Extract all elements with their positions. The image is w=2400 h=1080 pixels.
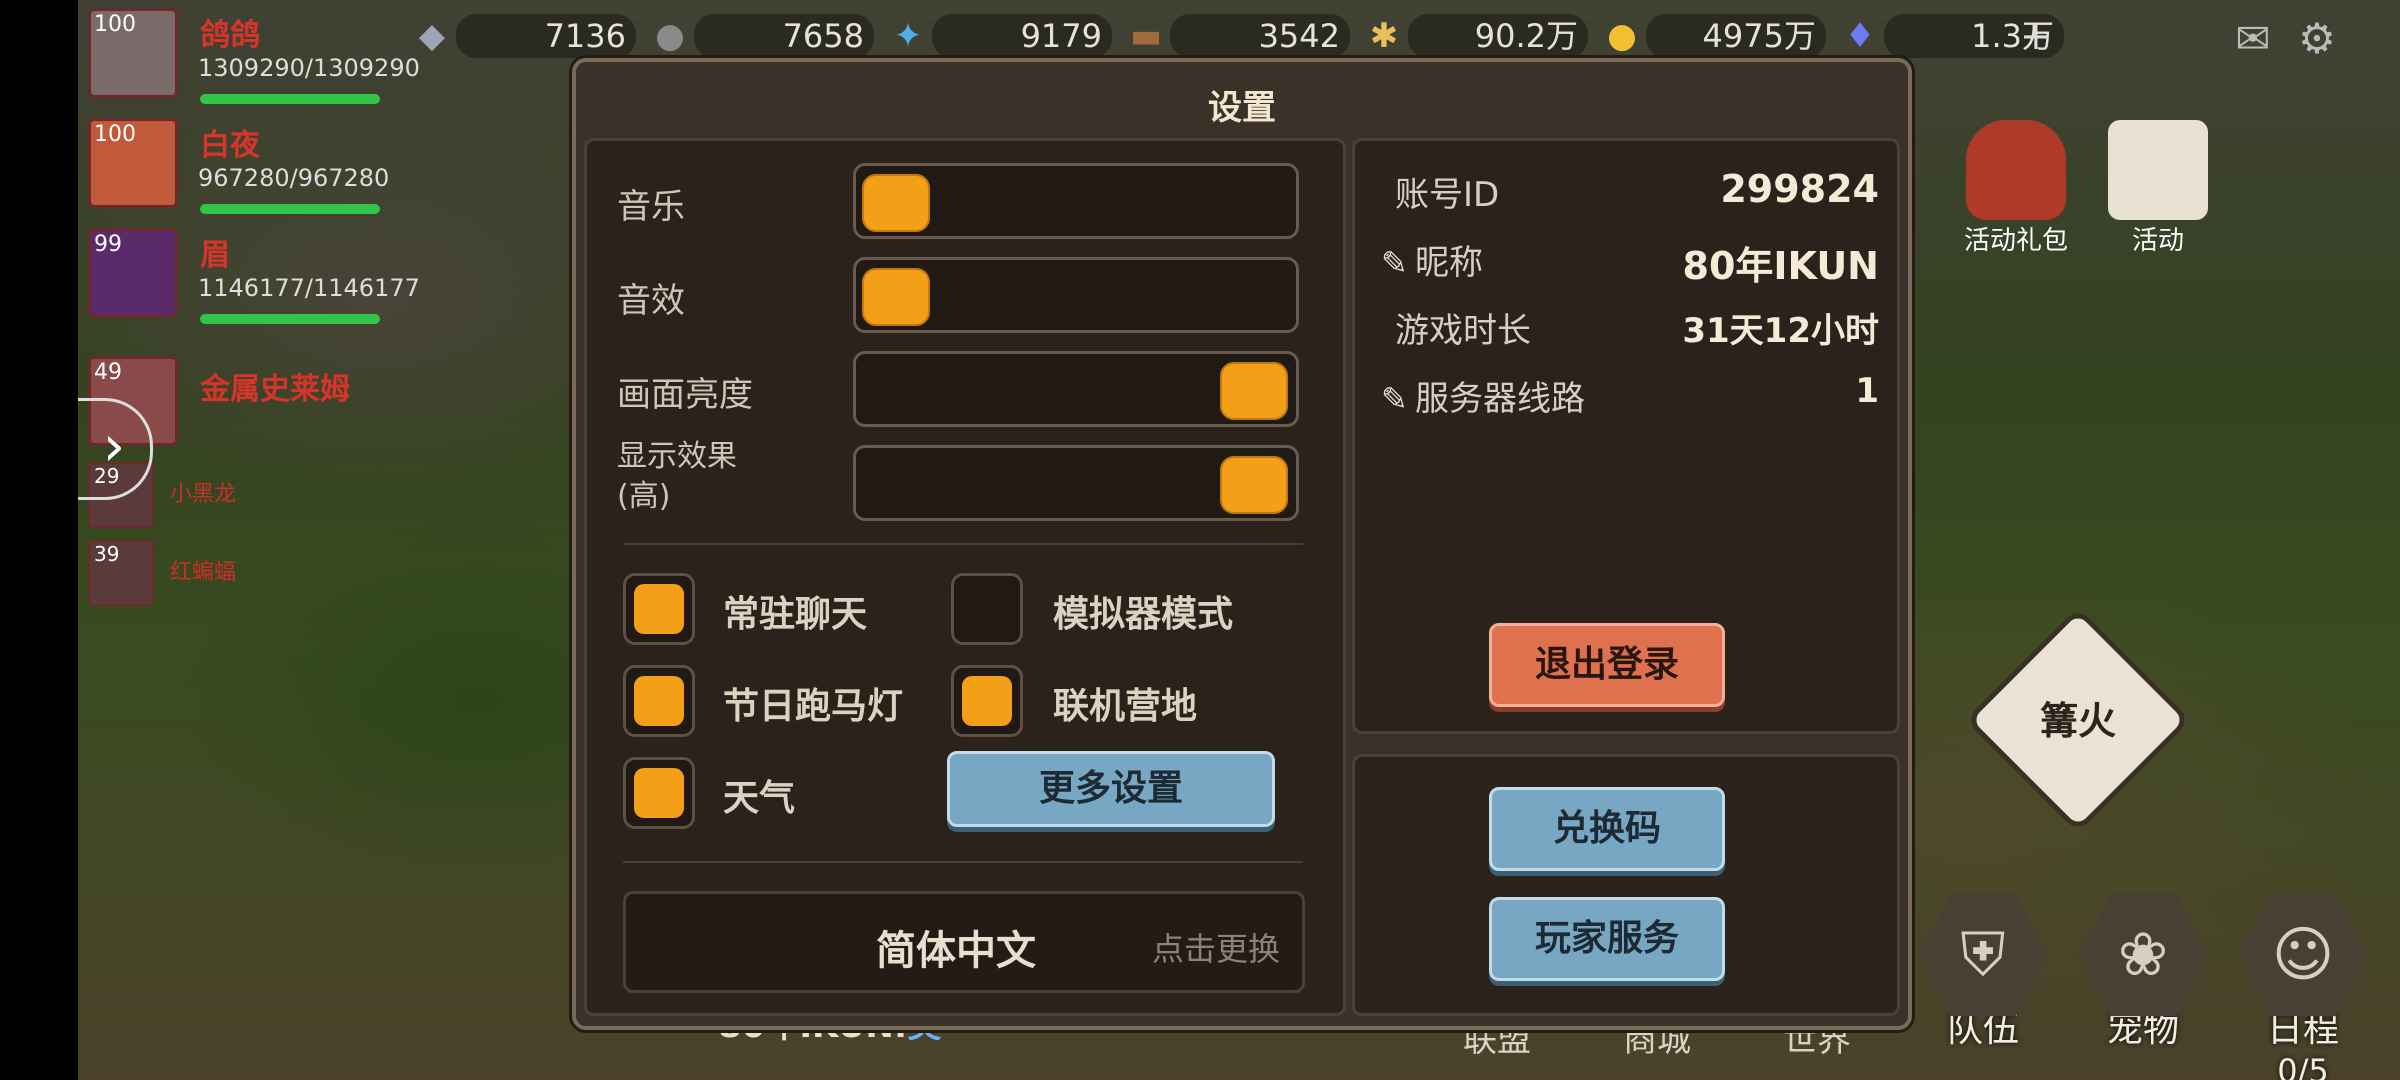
festival-marquee-checkbox[interactable] bbox=[623, 665, 695, 737]
sound-effect-label: 音效 bbox=[617, 281, 685, 321]
gift-bag-icon bbox=[1966, 120, 2066, 220]
more-settings-button[interactable]: 更多设置 bbox=[947, 751, 1275, 827]
pencil-icon[interactable]: ✎ bbox=[1381, 244, 1415, 282]
resource-coin: ● 4975万 bbox=[1598, 14, 1826, 58]
emulator-mode-checkbox[interactable] bbox=[951, 573, 1023, 645]
hp-bar-fill bbox=[200, 204, 380, 214]
nav-team[interactable]: ⛨ 队伍 bbox=[1908, 890, 2058, 1060]
hp-bar bbox=[200, 204, 380, 214]
weather-checkbox[interactable] bbox=[623, 757, 695, 829]
crystal-icon: ✦ bbox=[893, 16, 923, 56]
resource-stone: ◆ 7136 bbox=[408, 14, 636, 58]
server-line-row[interactable]: ✎ 服务器线路 1 bbox=[1355, 371, 1897, 431]
check-fill bbox=[634, 584, 684, 634]
coin-icon: ● bbox=[1607, 16, 1637, 56]
hero-slot[interactable]: 99 眉 1146177/1146177 bbox=[88, 228, 420, 328]
ore-icon: ● bbox=[655, 16, 685, 56]
slider-knob[interactable] bbox=[862, 174, 930, 232]
settings-dialog: 设置 音乐 音效 画面亮度 显示效果 (高) 常驻聊天 模拟器模式 节日跑马灯 联… bbox=[572, 58, 1912, 1030]
nav-schedule[interactable]: ☺ 日程 0/5 bbox=[2228, 890, 2378, 1080]
resource-wheat: ✱ 90.2万 bbox=[1360, 14, 1588, 58]
divider bbox=[623, 861, 1303, 863]
music-label: 音乐 bbox=[617, 187, 685, 227]
display-effect-slider[interactable] bbox=[853, 445, 1299, 521]
dialog-title: 设置 bbox=[1208, 88, 1276, 128]
gear-icon[interactable]: ⚙ bbox=[2292, 14, 2342, 64]
resource-crystal: ✦ 9179 bbox=[884, 14, 1112, 58]
display-effect-label: 显示效果 (高) bbox=[617, 439, 737, 514]
play-time-row: 游戏时长 31天12小时 bbox=[1395, 311, 1879, 351]
pet-slot[interactable]: 39 红蝙蝠 bbox=[88, 540, 288, 610]
slider-knob[interactable] bbox=[862, 268, 930, 326]
hp-bar bbox=[200, 314, 380, 324]
add-diamond-icon[interactable]: + bbox=[2020, 14, 2052, 58]
resource-wood: ▬ 3542 bbox=[1122, 14, 1350, 58]
calendar-icon bbox=[2108, 120, 2208, 220]
account-panel: 账号ID 299824 ✎ 昵称 80年IKUN 游戏时长 31天12小时 ✎ 服务… bbox=[1352, 138, 1900, 734]
resident-chat-checkbox[interactable] bbox=[623, 573, 695, 645]
account-id-row: 账号ID 299824 bbox=[1395, 167, 1879, 215]
resource-ore: ● 7658 bbox=[646, 14, 874, 58]
slider-knob[interactable] bbox=[1220, 456, 1288, 514]
brightness-label: 画面亮度 bbox=[617, 375, 753, 415]
check-fill bbox=[962, 676, 1012, 726]
slider-knob[interactable] bbox=[1220, 362, 1288, 420]
redeem-code-button[interactable]: 兑换码 bbox=[1489, 787, 1725, 871]
nav-pet[interactable]: ❀ 宠物 bbox=[2068, 890, 2218, 1060]
service-panel: 兑换码 玩家服务 bbox=[1352, 754, 1900, 1016]
wheat-icon: ✱ bbox=[1369, 16, 1399, 56]
hp-bar bbox=[200, 94, 380, 104]
resource-diamond: ♦ 1.3万 + bbox=[1836, 14, 2064, 58]
resource-bar: ◆ 7136 ● 7658 ✦ 9179 ▬ 3542 ✱ 90.2万 ● 4975万 ♦ 1… bbox=[408, 6, 2400, 66]
chevron-right-icon: › bbox=[102, 414, 126, 479]
hero-slot[interactable]: 100 鸽鸽 1309290/1309290 bbox=[88, 8, 420, 108]
event-gift-button[interactable]: 活动礼包 bbox=[1956, 120, 2076, 257]
logout-button[interactable]: 退出登录 bbox=[1489, 623, 1725, 707]
settings-left-panel: 音乐 音效 画面亮度 显示效果 (高) 常驻聊天 模拟器模式 节日跑马灯 联机营地… bbox=[584, 138, 1346, 1016]
check-fill bbox=[634, 676, 684, 726]
wood-icon: ▬ bbox=[1129, 16, 1163, 56]
mail-icon[interactable]: ✉ bbox=[2228, 14, 2278, 64]
diamond-icon: ♦ bbox=[1844, 16, 1876, 56]
brightness-slider[interactable] bbox=[853, 351, 1299, 427]
language-selector[interactable]: 简体中文 点击更换 bbox=[623, 891, 1305, 993]
sound-effect-slider[interactable] bbox=[853, 257, 1299, 333]
hp-bar-fill bbox=[200, 94, 380, 104]
hero-slot[interactable]: 100 白夜 967280/967280 bbox=[88, 118, 418, 218]
hp-bar-fill bbox=[200, 314, 380, 324]
nickname-row[interactable]: ✎ 昵称 80年IKUN bbox=[1355, 235, 1897, 295]
online-camp-checkbox[interactable] bbox=[951, 665, 1023, 737]
music-slider[interactable] bbox=[853, 163, 1299, 239]
player-service-button[interactable]: 玩家服务 bbox=[1489, 897, 1725, 981]
pencil-icon[interactable]: ✎ bbox=[1381, 380, 1415, 418]
check-fill bbox=[634, 768, 684, 818]
event-button[interactable]: 活动 bbox=[2098, 120, 2218, 257]
divider bbox=[623, 543, 1303, 545]
